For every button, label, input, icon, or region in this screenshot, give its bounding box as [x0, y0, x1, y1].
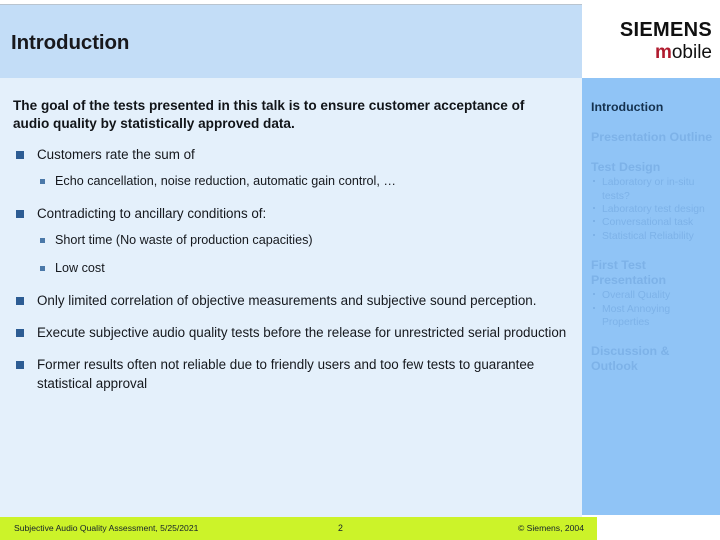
bullet-text: Only limited correlation of objective me…: [37, 292, 537, 308]
lead-paragraph: The goal of the tests presented in this …: [13, 98, 525, 132]
logo-sub-rest: obile: [671, 42, 712, 63]
sidebar-sub-list: Laboratory or in-situ tests? Laboratory t…: [591, 176, 714, 243]
logo-wordmark: SIEMENS: [619, 19, 712, 41]
sub-bullet-item: Echo cancellation, noise reduction, auto…: [37, 173, 568, 191]
sidebar-sub-item[interactable]: Conversational task: [591, 216, 714, 229]
sidebar-sub-item[interactable]: Most Annoying Properties: [591, 303, 714, 330]
sub-bullet-list: Echo cancellation, noise reduction, auto…: [37, 173, 568, 191]
sidebar-item-test-design[interactable]: Test Design: [591, 160, 714, 175]
square-bullet-icon: [16, 296, 24, 305]
footer-page-number: 2: [338, 523, 343, 533]
logo-sub-wordmark: mobile: [655, 42, 712, 64]
slide-body: The goal of the tests presented in this …: [0, 78, 582, 517]
sub-bullet-text: Echo cancellation, noise reduction, auto…: [55, 174, 396, 188]
sidebar-sub-item[interactable]: Overall Quality: [591, 289, 714, 302]
square-bullet-icon: [16, 150, 24, 159]
dot-bullet-icon: [593, 207, 595, 209]
sidebar-sub-item-label: Most Annoying Properties: [602, 303, 671, 328]
dot-bullet-icon: [593, 220, 595, 223]
bullet-item: Execute subjective audio quality tests b…: [13, 323, 568, 342]
bullet-text: Contradicting to ancillary conditions of…: [37, 205, 267, 221]
sidebar-sub-item-label: Overall Quality: [602, 290, 671, 302]
sub-bullet-text: Low cost: [55, 261, 105, 276]
slide-header: Introduction: [0, 5, 582, 78]
sidebar-item-presentation-outline[interactable]: Presentation Outline: [591, 130, 714, 145]
sidebar-sub-item[interactable]: Laboratory test design: [591, 203, 714, 216]
sidebar-item-first-test-presentation[interactable]: First Test Presentation: [591, 258, 714, 288]
bullet-item: Only limited correlation of objective me…: [13, 291, 568, 310]
sidebar-item-discussion-outlook[interactable]: Discussion & Outlook: [591, 344, 714, 374]
bullet-text: Execute subjective audio quality tests b…: [37, 324, 567, 340]
sub-bullet-item: Low cost: [37, 260, 568, 278]
small-square-bullet-icon: [40, 266, 45, 272]
sub-bullet-list: Short time (No waste of production capac…: [37, 232, 568, 278]
logo-accent-letter: m: [654, 42, 672, 63]
sidebar-sub-item[interactable]: Statistical Reliability: [591, 230, 714, 243]
small-square-bullet-icon: [40, 179, 45, 184]
dot-bullet-icon: [593, 306, 595, 309]
sub-bullet-item: Short time (No waste of production capac…: [37, 232, 568, 250]
sidebar-item-introduction[interactable]: Introduction: [591, 100, 714, 115]
slide: Introduction SIEMENS mobile The goal of …: [0, 0, 720, 540]
dot-bullet-icon: [593, 233, 595, 236]
sub-bullet-text: Short time (No waste of production capac…: [55, 232, 313, 247]
footer-title: Subjective Audio Quality Assessment, 5/2…: [14, 523, 199, 533]
sidebar-sub-item-label: Laboratory test design: [602, 204, 705, 215]
body-content: The goal of the tests presented in this …: [0, 78, 582, 406]
dot-bullet-icon: [593, 293, 595, 296]
dot-bullet-icon: [593, 180, 595, 183]
sidebar-sub-list: Overall Quality Most Annoying Properties: [591, 289, 714, 329]
siemens-logo: SIEMENS mobile: [582, 0, 720, 78]
small-square-bullet-icon: [40, 237, 45, 243]
sidebar-sub-item[interactable]: Laboratory or in-situ tests?: [591, 176, 714, 203]
bullet-item: Customers rate the sum of Echo cancellati…: [13, 145, 568, 191]
square-bullet-icon: [16, 209, 24, 218]
bullet-text: Customers rate the sum of: [37, 146, 195, 162]
sidebar-sub-item-label: Conversational task: [602, 217, 694, 229]
square-bullet-icon: [16, 328, 24, 337]
footer-filler: [597, 515, 720, 540]
square-bullet-icon: [16, 360, 24, 369]
slide-footer: Subjective Audio Quality Assessment, 5/2…: [0, 517, 597, 540]
page-title: Introduction: [11, 31, 130, 54]
bullet-item: Contradicting to ancillary conditions of…: [13, 204, 568, 278]
sidebar-sub-item-label: Laboratory or in-situ tests?: [602, 177, 695, 202]
sidebar-sub-item-label: Statistical Reliability: [602, 230, 694, 242]
bullet-item: Former results often not reliable due to…: [13, 355, 568, 393]
nav-root: Introduction Presentation Outline Test Des…: [591, 100, 714, 374]
footer-copyright: © Siemens, 2004: [517, 523, 584, 533]
bullet-list: Customers rate the sum of Echo cancellati…: [13, 145, 568, 393]
navigation-sidebar: Introduction Presentation Outline Test Des…: [582, 78, 720, 515]
bullet-text: Former results often not reliable due to…: [37, 356, 535, 391]
